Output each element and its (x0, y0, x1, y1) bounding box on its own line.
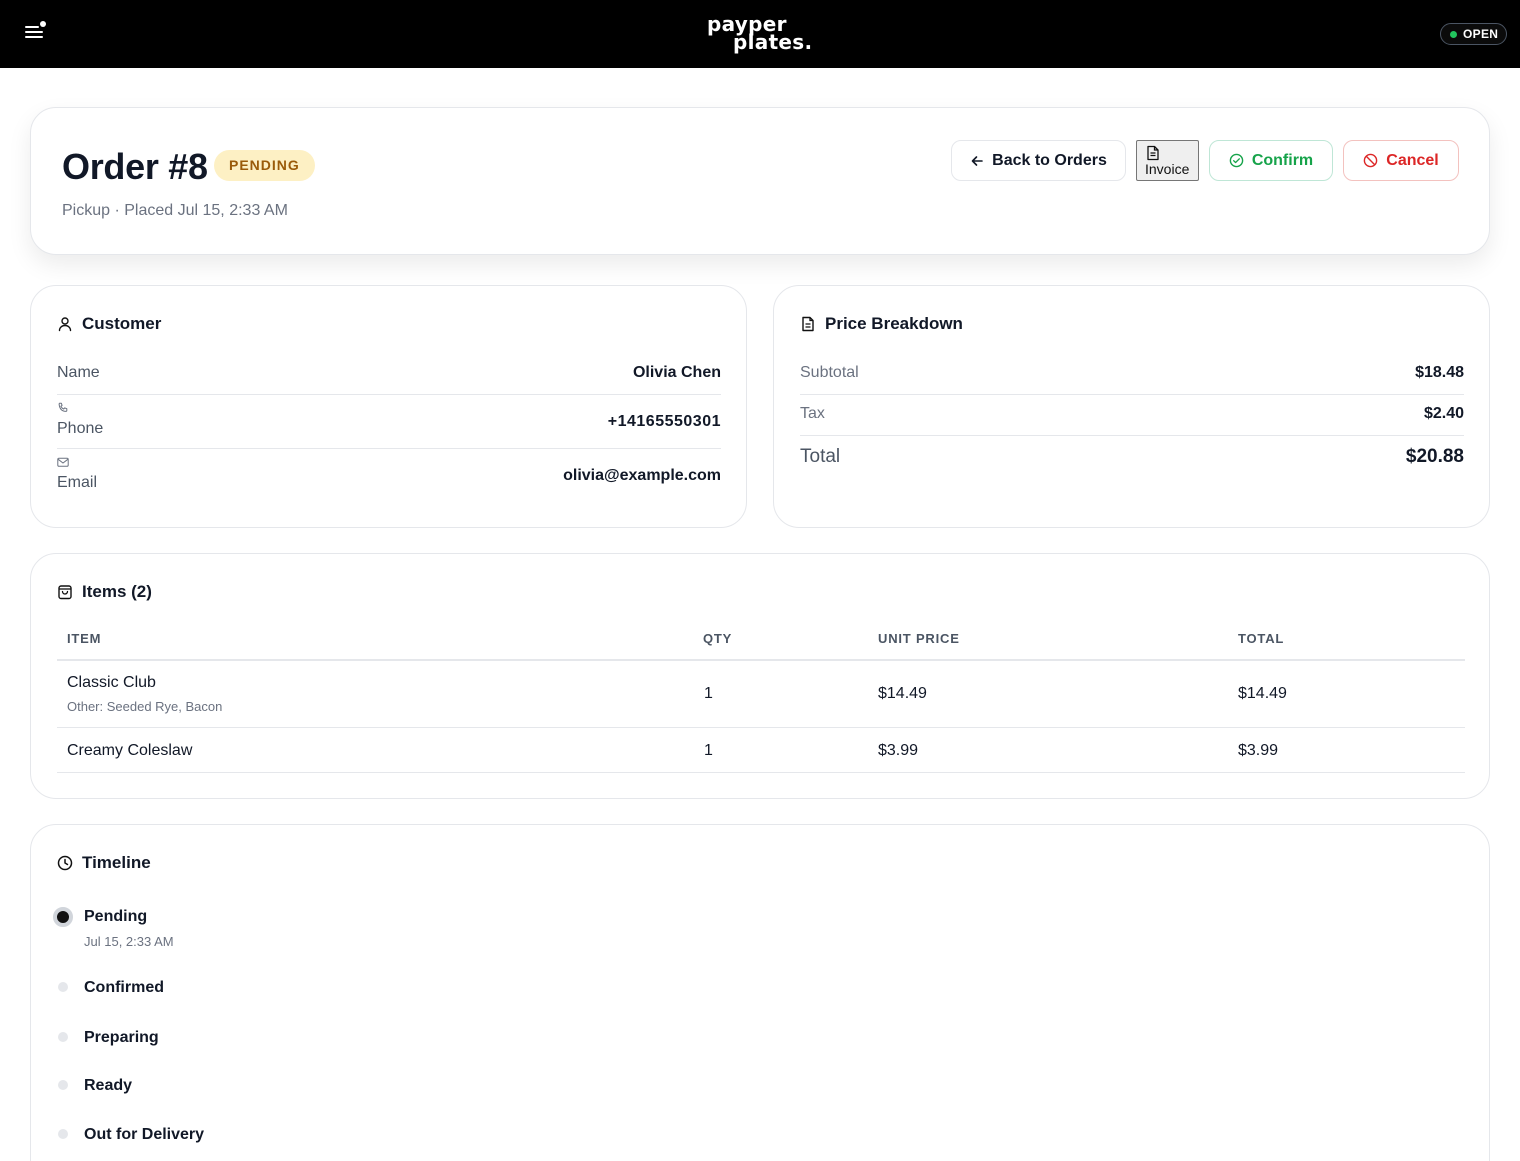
customer-heading: Customer (57, 314, 161, 334)
timeline-heading-text: Timeline (82, 853, 151, 872)
confirm-label: Confirm (1251, 151, 1314, 169)
order-subtitle: Pickup · Placed Jul 15, 2:33 AM (62, 202, 288, 219)
subtotal-label: Subtotal (800, 364, 859, 381)
confirm-button[interactable]: Confirm (1209, 140, 1333, 181)
divider (800, 435, 1464, 436)
items-heading-text: Items (2) (82, 582, 152, 601)
timeline-step-dot (58, 1129, 68, 1139)
items-heading: Items (2) (57, 582, 152, 602)
ban-icon (1363, 153, 1378, 168)
timeline-step-out-for-delivery: Out for Delivery (84, 1126, 205, 1143)
price-breakdown-heading: Price Breakdown (800, 314, 963, 334)
customer-phone-value: +14165550301 (607, 413, 721, 430)
store-status-text: OPEN (1463, 27, 1499, 41)
divider (57, 772, 1465, 773)
page-title: Order #8 (62, 146, 208, 187)
timeline-step-dot (58, 982, 68, 992)
timeline-step-dot (58, 1032, 68, 1042)
receipt-document-icon (802, 316, 814, 332)
invoice-label: Invoice (1145, 161, 1190, 177)
items-card: Items (2) ITEM QTY UNIT PRICE TOTAL Clas… (30, 553, 1490, 799)
back-to-orders-label: Back to Orders (992, 151, 1107, 169)
item-qty: 1 (704, 685, 713, 702)
tax-value: $2.40 (1423, 405, 1464, 422)
item-unit-price: $3.99 (878, 742, 919, 759)
item-unit-price: $14.49 (878, 685, 927, 702)
customer-email-value: olivia@example.com (563, 467, 721, 484)
timeline-step-ready: Ready (84, 1077, 133, 1094)
status-badge: PENDING (214, 150, 315, 181)
cancel-button[interactable]: Cancel (1343, 140, 1459, 181)
divider (800, 394, 1464, 395)
timeline-card: Timeline Pending Jul 15, 2:33 AM Confirm… (30, 824, 1490, 1161)
store-status-badge[interactable]: OPEN (1440, 23, 1507, 45)
divider (57, 727, 1465, 728)
phone-icon (58, 402, 68, 412)
timeline-step-dot (58, 1080, 68, 1090)
subtotal-value: $18.48 (1415, 364, 1464, 381)
brand-logo[interactable]: payper plates. (704, 13, 812, 55)
hamburger-menu-icon[interactable] (24, 20, 48, 44)
check-circle-icon (1229, 153, 1244, 168)
item-name: Creamy Coleslaw (67, 742, 193, 759)
cancel-label: Cancel (1386, 151, 1439, 169)
shopping-bag-icon (58, 585, 72, 600)
invoice-button[interactable]: Invoice (1136, 140, 1199, 181)
top-bar: payper plates. OPEN (0, 0, 1520, 68)
user-icon (58, 317, 72, 332)
customer-phone-row: Phone +14165550301 (57, 402, 721, 442)
divider (57, 448, 721, 449)
document-icon (1147, 145, 1159, 161)
table-header-divider (57, 659, 1465, 661)
item-note: Other: Seeded Rye, Bacon (67, 699, 223, 714)
clock-icon (57, 855, 73, 871)
name-label: Name (57, 364, 100, 381)
order-header-card: Order #8 PENDING Pickup · Placed Jul 15,… (30, 107, 1490, 255)
item-total: $14.49 (1238, 685, 1287, 702)
total-label: Total (800, 446, 841, 467)
timeline-step-pending: Pending (84, 908, 148, 925)
total-row: Total $20.88 (800, 446, 1464, 470)
timeline-heading: Timeline (57, 853, 151, 873)
customer-card: Customer Name Olivia Chen Phone +1416555… (30, 285, 747, 528)
item-total: $3.99 (1238, 742, 1279, 759)
price-breakdown-heading-text: Price Breakdown (825, 314, 963, 333)
total-value: $20.88 (1405, 446, 1464, 467)
timeline-step-time: Jul 15, 2:33 AM (84, 934, 174, 949)
phone-label: Phone (57, 420, 104, 437)
column-header-qty: QTY (703, 631, 733, 646)
timeline-step-dot-active (53, 907, 73, 927)
logo-line-2: plates. (733, 30, 813, 54)
price-breakdown-card: Price Breakdown Subtotal $18.48 Tax $2.4… (773, 285, 1490, 528)
back-to-orders-button[interactable]: Back to Orders (951, 140, 1126, 181)
item-qty: 1 (704, 742, 713, 759)
email-label: Email (57, 474, 98, 491)
divider (57, 394, 721, 395)
column-header-item: ITEM (67, 631, 102, 646)
customer-heading-text: Customer (82, 314, 162, 333)
timeline-step-confirmed: Confirmed (84, 979, 164, 996)
timeline-step-preparing: Preparing (84, 1029, 159, 1046)
mail-icon (57, 457, 69, 467)
arrow-left-icon (971, 155, 983, 166)
tax-row: Tax $2.40 (800, 405, 1464, 429)
column-header-total: TOTAL (1238, 631, 1285, 646)
customer-name-row: Name Olivia Chen (57, 364, 721, 386)
column-header-unit-price: UNIT PRICE (878, 631, 960, 646)
item-name: Classic Club (67, 674, 156, 691)
tax-label: Tax (800, 405, 825, 422)
customer-name-value: Olivia Chen (632, 364, 721, 381)
customer-email-row: Email olivia@example.com (57, 456, 721, 496)
status-dot-icon (1450, 30, 1457, 38)
subtotal-row: Subtotal $18.48 (800, 364, 1464, 388)
